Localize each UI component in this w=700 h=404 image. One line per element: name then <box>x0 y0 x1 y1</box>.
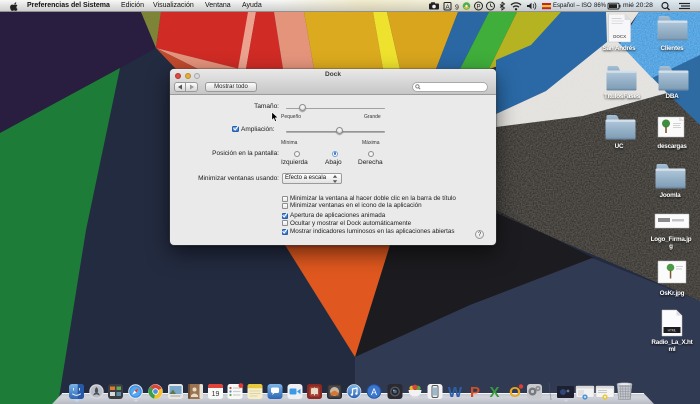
svg-text:A: A <box>371 387 377 397</box>
svg-text:W: W <box>448 384 463 401</box>
svg-text:9: 9 <box>455 5 459 12</box>
svg-text:19: 19 <box>212 391 220 398</box>
svg-text:X: X <box>489 384 499 401</box>
svg-text:P: P <box>470 384 480 401</box>
svg-text:P: P <box>476 5 480 11</box>
svg-text:A: A <box>445 4 450 11</box>
svg-text:DOCX: DOCX <box>613 34 626 39</box>
svg-text:HTML: HTML <box>668 329 677 333</box>
